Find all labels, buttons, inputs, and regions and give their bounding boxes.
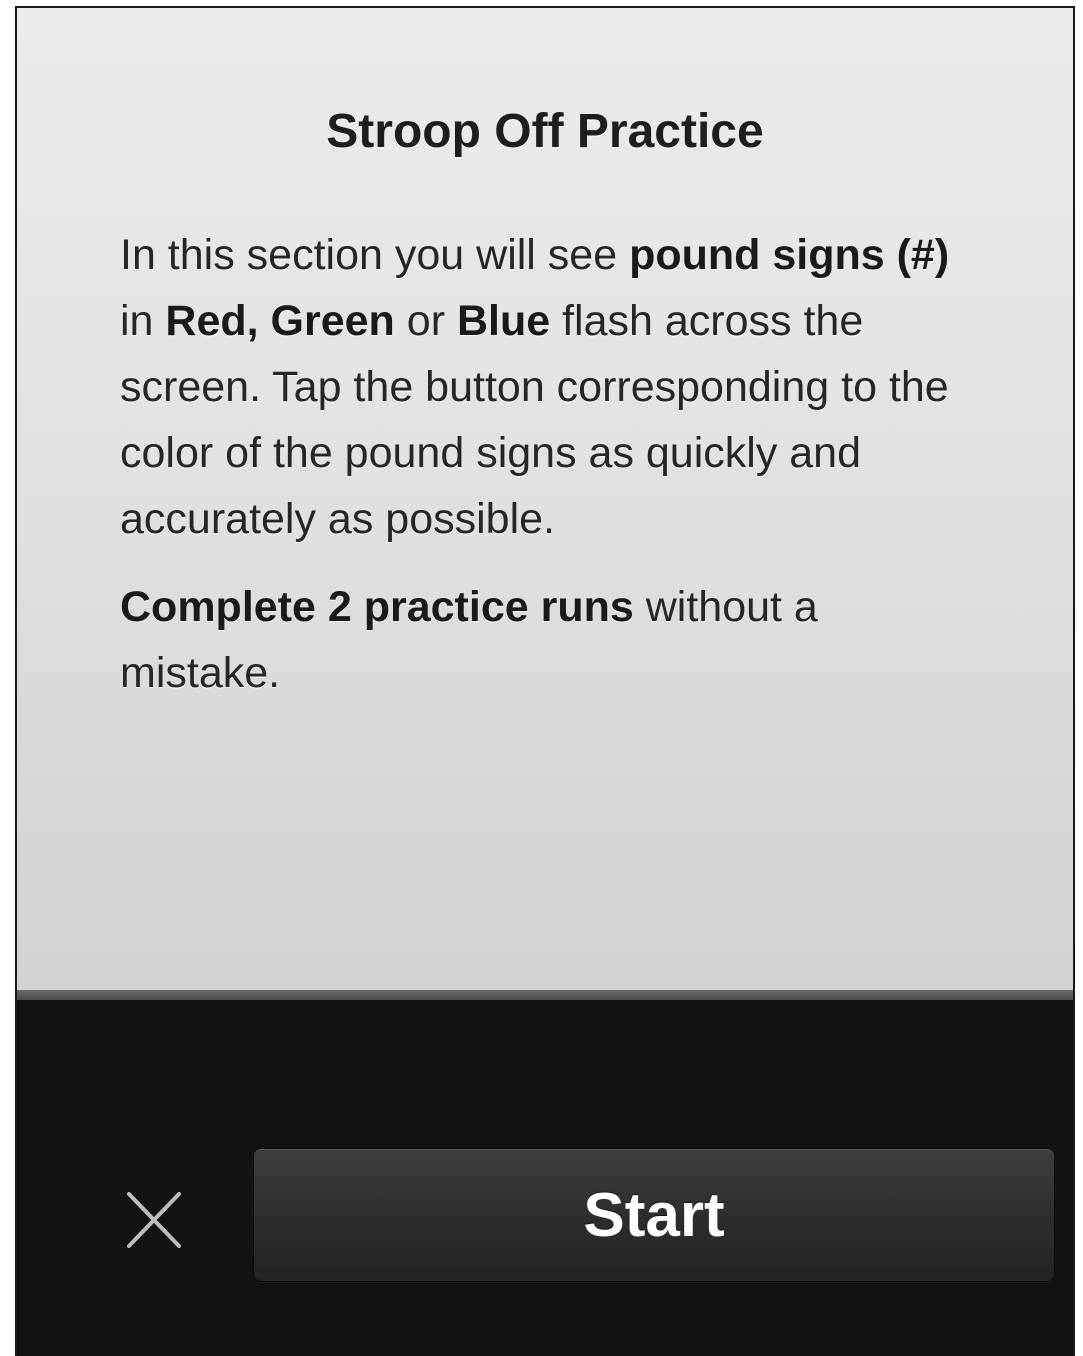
start-button[interactable]: Start <box>253 1148 1055 1282</box>
page-title: Stroop Off Practice <box>326 105 764 158</box>
panel-divider <box>17 990 1073 1000</box>
instruction-text-segment: In this section you will see <box>120 231 630 279</box>
app-screen: Stroop Off Practice In this section you … <box>15 6 1075 1356</box>
instruction-text-segment: in <box>120 297 166 345</box>
instruction-text-segment: or <box>394 297 457 345</box>
instructions-panel: Stroop Off Practice In this section you … <box>17 8 1073 990</box>
close-icon <box>127 1192 181 1248</box>
start-button-label: Start <box>583 1180 725 1250</box>
instruction-emphasis: Blue <box>456 297 551 345</box>
instruction-emphasis: Complete 2 practice runs <box>120 583 634 631</box>
close-button[interactable] <box>117 1184 189 1256</box>
instructions-text: In this section you will see pound signs… <box>120 222 980 728</box>
instruction-emphasis: pound signs (#) <box>629 231 950 279</box>
instruction-emphasis: Red, Green <box>165 297 395 345</box>
instruction-paragraph: In this section you will see pound signs… <box>120 222 980 552</box>
practice-requirement: Complete 2 practice runs without a mista… <box>120 574 980 706</box>
